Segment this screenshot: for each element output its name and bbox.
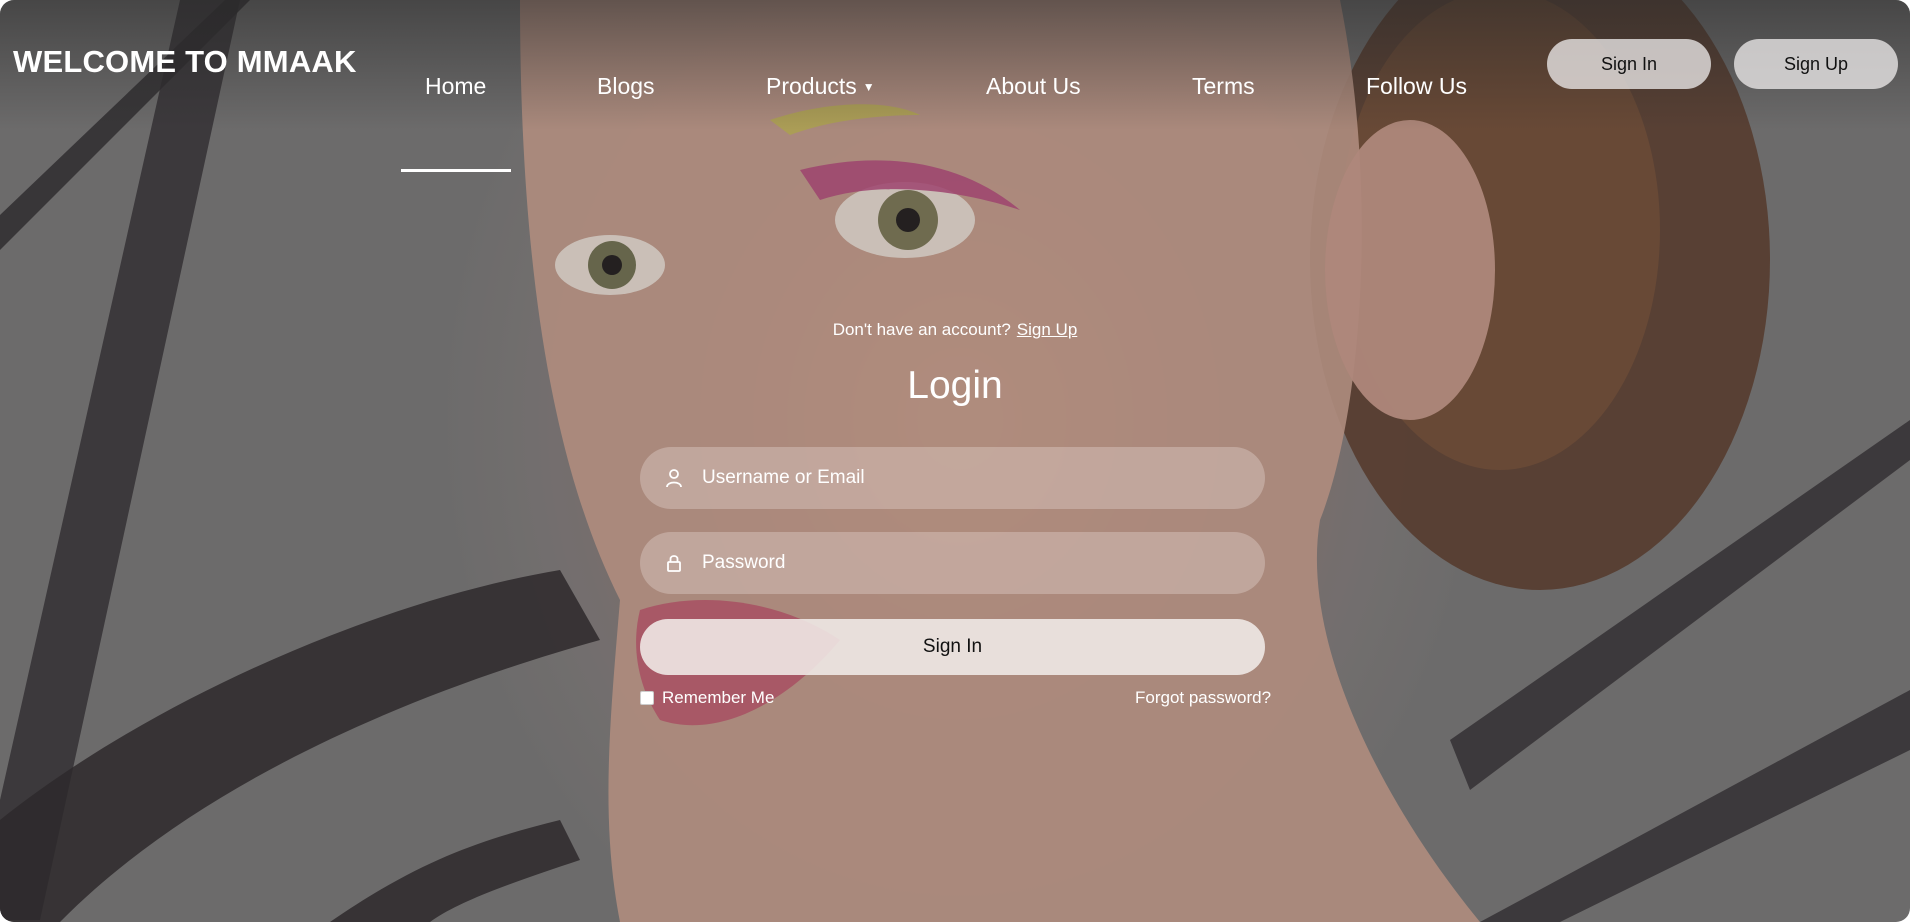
sign-in-submit-button[interactable]: Sign In [640, 619, 1265, 675]
login-title: Login [907, 364, 1003, 407]
header-sign-up-button[interactable]: Sign Up [1734, 39, 1898, 89]
nav-item-terms[interactable]: Terms [1192, 73, 1255, 100]
header-sign-in-button[interactable]: Sign In [1547, 39, 1711, 89]
nav-item-home[interactable]: Home [425, 73, 486, 100]
password-input[interactable] [702, 552, 1265, 574]
caret-down-icon: ▼ [862, 80, 875, 94]
signup-link[interactable]: Sign Up [1017, 320, 1077, 339]
signup-prompt-text: Don't have an account? [832, 320, 1011, 339]
forgot-password-link[interactable]: Forgot password? [1135, 688, 1271, 708]
nav-item-follow-us[interactable]: Follow Us [1366, 73, 1467, 100]
user-icon [663, 467, 685, 489]
page-frame: WELCOME TO MMAAK Home Blogs Products ▼ Ab… [0, 0, 1910, 922]
username-input[interactable] [702, 467, 1265, 489]
nav-active-indicator [401, 169, 511, 172]
nav-item-blogs[interactable]: Blogs [597, 73, 655, 100]
signup-prompt: Don't have an account? Sign Up [0, 320, 1910, 340]
nav-item-products-label: Products [766, 73, 857, 99]
password-field[interactable] [640, 532, 1265, 594]
nav-item-about-us[interactable]: About Us [986, 73, 1081, 100]
remember-me: Remember Me [640, 688, 774, 708]
username-field[interactable] [640, 447, 1265, 509]
lock-icon [663, 552, 685, 574]
nav-item-products[interactable]: Products ▼ [766, 73, 875, 100]
remember-me-label: Remember Me [662, 688, 775, 707]
remember-me-checkbox[interactable] [640, 691, 654, 705]
